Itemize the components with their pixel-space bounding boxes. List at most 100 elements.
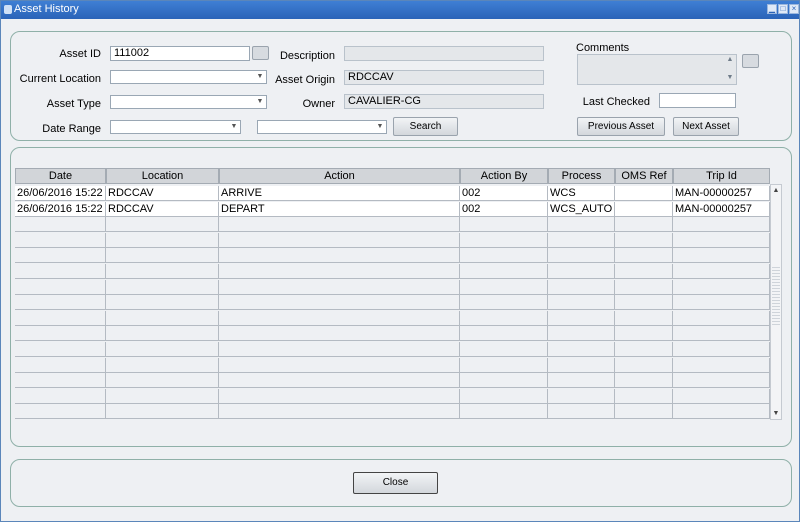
empty-cell[interactable] bbox=[673, 280, 770, 295]
empty-cell[interactable] bbox=[673, 264, 770, 279]
empty-cell[interactable] bbox=[460, 404, 548, 419]
empty-cell[interactable] bbox=[15, 217, 106, 232]
empty-cell[interactable] bbox=[548, 264, 615, 279]
column-header-process[interactable]: Process bbox=[548, 168, 615, 184]
empty-cell[interactable] bbox=[219, 373, 460, 388]
close-icon[interactable]: × bbox=[789, 4, 799, 14]
empty-cell[interactable] bbox=[460, 358, 548, 373]
grid-cell-location[interactable]: RDCCAV bbox=[106, 202, 219, 217]
empty-cell[interactable] bbox=[548, 233, 615, 248]
empty-cell[interactable] bbox=[548, 342, 615, 357]
empty-cell[interactable] bbox=[548, 248, 615, 263]
empty-cell[interactable] bbox=[15, 295, 106, 310]
scroll-down-icon[interactable]: ▼ bbox=[772, 410, 780, 417]
empty-cell[interactable] bbox=[219, 280, 460, 295]
empty-cell[interactable] bbox=[673, 404, 770, 419]
empty-cell[interactable] bbox=[615, 373, 673, 388]
empty-cell[interactable] bbox=[106, 248, 219, 263]
empty-cell[interactable] bbox=[106, 264, 219, 279]
empty-cell[interactable] bbox=[219, 389, 460, 404]
empty-cell[interactable] bbox=[615, 311, 673, 326]
grid-cell-trip-id[interactable]: MAN-00000257 bbox=[673, 202, 770, 217]
empty-cell[interactable] bbox=[548, 295, 615, 310]
scroll-up-icon[interactable]: ▲ bbox=[772, 187, 780, 194]
empty-cell[interactable] bbox=[673, 295, 770, 310]
comments-scrollbar[interactable]: ▲ ▼ bbox=[725, 55, 735, 84]
empty-cell[interactable] bbox=[548, 217, 615, 232]
empty-cell[interactable] bbox=[548, 326, 615, 341]
empty-cell[interactable] bbox=[615, 217, 673, 232]
empty-cell[interactable] bbox=[615, 248, 673, 263]
empty-cell[interactable] bbox=[673, 373, 770, 388]
empty-cell[interactable] bbox=[106, 295, 219, 310]
maximize-icon[interactable]: □ bbox=[778, 4, 788, 14]
empty-cell[interactable] bbox=[615, 280, 673, 295]
empty-cell[interactable] bbox=[219, 342, 460, 357]
grid-cell-oms-ref[interactable] bbox=[615, 202, 673, 217]
empty-cell[interactable] bbox=[673, 233, 770, 248]
grid-cell-action-by[interactable]: 002 bbox=[460, 186, 548, 201]
empty-cell[interactable] bbox=[460, 280, 548, 295]
empty-cell[interactable] bbox=[615, 233, 673, 248]
close-button[interactable]: Close bbox=[353, 472, 438, 494]
grid-cell-process[interactable]: WCS_AUTO bbox=[548, 202, 615, 217]
empty-cell[interactable] bbox=[673, 389, 770, 404]
comments-edit-button[interactable] bbox=[742, 54, 759, 68]
empty-cell[interactable] bbox=[15, 404, 106, 419]
empty-cell[interactable] bbox=[548, 373, 615, 388]
empty-cell[interactable] bbox=[106, 342, 219, 357]
empty-cell[interactable] bbox=[15, 311, 106, 326]
empty-cell[interactable] bbox=[106, 326, 219, 341]
empty-cell[interactable] bbox=[548, 311, 615, 326]
empty-cell[interactable] bbox=[615, 295, 673, 310]
column-header-oms-ref[interactable]: OMS Ref bbox=[615, 168, 673, 184]
empty-cell[interactable] bbox=[15, 358, 106, 373]
empty-cell[interactable] bbox=[460, 248, 548, 263]
empty-cell[interactable] bbox=[15, 233, 106, 248]
empty-cell[interactable] bbox=[219, 295, 460, 310]
empty-cell[interactable] bbox=[460, 233, 548, 248]
empty-cell[interactable] bbox=[219, 326, 460, 341]
empty-cell[interactable] bbox=[673, 311, 770, 326]
empty-cell[interactable] bbox=[15, 389, 106, 404]
empty-cell[interactable] bbox=[460, 389, 548, 404]
empty-cell[interactable] bbox=[106, 404, 219, 419]
empty-cell[interactable] bbox=[615, 264, 673, 279]
empty-cell[interactable] bbox=[460, 326, 548, 341]
empty-cell[interactable] bbox=[15, 264, 106, 279]
empty-cell[interactable] bbox=[460, 373, 548, 388]
grid-cell-process[interactable]: WCS bbox=[548, 186, 615, 201]
empty-cell[interactable] bbox=[673, 217, 770, 232]
empty-cell[interactable] bbox=[548, 358, 615, 373]
empty-cell[interactable] bbox=[615, 389, 673, 404]
empty-cell[interactable] bbox=[460, 342, 548, 357]
asset-lookup-button[interactable] bbox=[252, 46, 269, 60]
previous-asset-button[interactable]: Previous Asset bbox=[577, 117, 665, 136]
empty-cell[interactable] bbox=[15, 342, 106, 357]
empty-cell[interactable] bbox=[15, 280, 106, 295]
asset-type-select[interactable]: ▼ bbox=[110, 95, 267, 109]
grid-cell-date[interactable]: 26/06/2016 15:22 bbox=[15, 186, 106, 201]
empty-cell[interactable] bbox=[219, 404, 460, 419]
empty-cell[interactable] bbox=[673, 342, 770, 357]
empty-cell[interactable] bbox=[460, 295, 548, 310]
date-to-select[interactable]: ▼ bbox=[257, 120, 387, 134]
asset-id-input[interactable]: 111002 bbox=[110, 46, 250, 61]
empty-cell[interactable] bbox=[460, 217, 548, 232]
column-header-action-by[interactable]: Action By bbox=[460, 168, 548, 184]
empty-cell[interactable] bbox=[548, 404, 615, 419]
empty-cell[interactable] bbox=[15, 373, 106, 388]
minimize-icon[interactable]: ▁ bbox=[767, 4, 777, 14]
empty-cell[interactable] bbox=[219, 233, 460, 248]
grid-cell-trip-id[interactable]: MAN-00000257 bbox=[673, 186, 770, 201]
empty-cell[interactable] bbox=[673, 326, 770, 341]
comments-textarea[interactable] bbox=[577, 54, 737, 85]
column-header-trip-id[interactable]: Trip Id bbox=[673, 168, 770, 184]
empty-cell[interactable] bbox=[106, 233, 219, 248]
grid-cell-action[interactable]: ARRIVE bbox=[219, 186, 460, 201]
empty-cell[interactable] bbox=[219, 311, 460, 326]
grid-cell-action-by[interactable]: 002 bbox=[460, 202, 548, 217]
empty-cell[interactable] bbox=[673, 358, 770, 373]
empty-cell[interactable] bbox=[615, 404, 673, 419]
empty-cell[interactable] bbox=[15, 326, 106, 341]
